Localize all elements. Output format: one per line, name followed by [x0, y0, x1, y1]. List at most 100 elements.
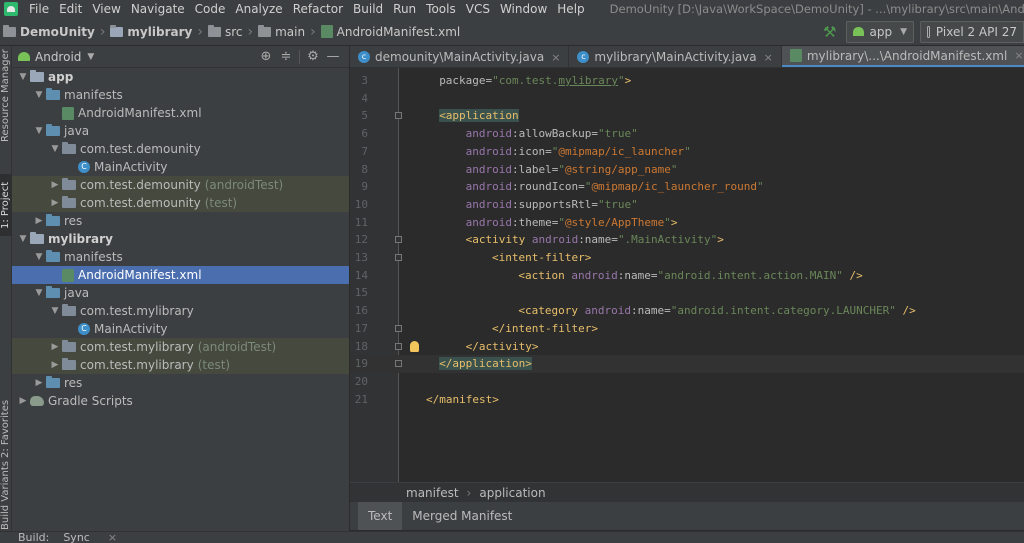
- close-icon[interactable]: ×: [551, 51, 560, 64]
- menu-code[interactable]: Code: [190, 0, 231, 18]
- breadcrumb-manifest[interactable]: manifest: [406, 486, 459, 500]
- tree-item[interactable]: ▼ manifests: [12, 86, 349, 104]
- tree-item[interactable]: ▶AndroidManifest.xml: [12, 266, 349, 284]
- code-token: >: [670, 215, 678, 229]
- fold-marker-icon[interactable]: [395, 112, 402, 120]
- expand-right-icon[interactable]: ▶: [48, 342, 62, 352]
- editor-tab[interactable]: c mylibrary\MainActivity.java ×: [569, 46, 782, 67]
- expand-right-icon[interactable]: ▶: [48, 180, 62, 190]
- editor-tab-label: mylibrary\MainActivity.java: [594, 50, 757, 64]
- tree-item-label: com.test.mylibrary: [80, 340, 194, 354]
- tab-build-variants[interactable]: Build Variants: [0, 461, 12, 530]
- expand-down-icon[interactable]: ▼: [48, 306, 62, 316]
- tree-item[interactable]: ▼ com.test.demounity: [12, 140, 349, 158]
- menu-refactor[interactable]: Refactor: [288, 0, 348, 18]
- tree-item[interactable]: ▶ Gradle Scripts: [12, 392, 349, 410]
- expand-down-icon[interactable]: ▼: [16, 72, 30, 82]
- code-editor[interactable]: 3 package="com.test.mylibrary"> 4 5 <applica…: [350, 68, 1024, 482]
- minimize-icon[interactable]: —: [323, 49, 343, 64]
- tree-item[interactable]: ▶CMainActivity: [12, 320, 349, 338]
- tab-sync[interactable]: Sync ×: [63, 531, 131, 543]
- code-token: android: [465, 144, 512, 158]
- expand-right-icon[interactable]: ▶: [48, 198, 62, 208]
- tree-item[interactable]: ▼ manifests: [12, 248, 349, 266]
- fold-marker-icon[interactable]: [395, 360, 402, 368]
- code-line: 10 android:supportsRtl="true": [350, 196, 1024, 214]
- locate-icon[interactable]: ⊕: [256, 49, 276, 64]
- expand-down-icon[interactable]: ▼: [32, 126, 46, 136]
- code-text: <application: [439, 107, 519, 125]
- menu-view[interactable]: View: [87, 0, 125, 18]
- menu-edit[interactable]: Edit: [54, 0, 87, 18]
- breadcrumb-application[interactable]: application: [479, 486, 545, 500]
- expand-down-icon[interactable]: ▼: [32, 90, 46, 100]
- tree-item[interactable]: ▼ com.test.mylibrary: [12, 302, 349, 320]
- menu-run[interactable]: Run: [388, 0, 421, 18]
- tab-favorites[interactable]: 2: Favorites: [0, 396, 12, 462]
- menu-build[interactable]: Build: [348, 0, 388, 18]
- tab-resource-manager[interactable]: Resource Manager: [0, 49, 12, 142]
- tree-item[interactable]: ▶ res: [12, 212, 349, 230]
- menu-navigate[interactable]: Navigate: [126, 0, 190, 18]
- lightbulb-icon[interactable]: [410, 340, 419, 352]
- gear-icon[interactable]: ⚙: [303, 49, 323, 64]
- tree-item[interactable]: ▶CMainActivity: [12, 158, 349, 176]
- expand-down-icon[interactable]: ▼: [48, 144, 62, 154]
- menu-vcs[interactable]: VCS: [461, 0, 495, 18]
- code-line: 18 </activity>: [350, 338, 1024, 356]
- code-token: :supportsRtl=: [511, 197, 599, 211]
- line-number: 5: [361, 109, 368, 123]
- device-select[interactable]: Pixel 2 API 27: [920, 20, 1024, 43]
- breadcrumb-module[interactable]: mylibrary: [107, 24, 195, 39]
- close-icon[interactable]: ×: [108, 531, 117, 543]
- tree-item[interactable]: ▼ app: [12, 68, 349, 86]
- menu-analyze[interactable]: Analyze: [230, 0, 287, 18]
- expand-right-icon[interactable]: ▶: [16, 396, 30, 406]
- tree-item[interactable]: ▶ com.test.demounity (test): [12, 194, 349, 212]
- fold-marker-icon[interactable]: [395, 342, 402, 350]
- expand-down-icon[interactable]: ▼: [32, 288, 46, 298]
- tree-item[interactable]: ▶ com.test.demounity (androidTest): [12, 176, 349, 194]
- expand-right-icon[interactable]: ▶: [48, 360, 62, 370]
- fold-marker-icon[interactable]: [395, 254, 402, 261]
- tree-item[interactable]: ▶ com.test.mylibrary (test): [12, 356, 349, 374]
- chevron-down-icon[interactable]: ▼: [87, 52, 94, 62]
- menu-file[interactable]: File: [24, 0, 54, 18]
- project-view-select[interactable]: Android: [35, 50, 81, 64]
- collapse-all-icon[interactable]: ≑: [276, 49, 296, 64]
- breadcrumb-file[interactable]: AndroidManifest.xml: [318, 25, 464, 39]
- tree-item[interactable]: ▼ java: [12, 122, 349, 140]
- menu-window[interactable]: Window: [495, 0, 552, 18]
- line-number: 12: [354, 233, 368, 247]
- tree-item-label: com.test.demounity: [80, 196, 201, 210]
- fold-marker-icon[interactable]: [395, 324, 402, 332]
- breadcrumb-src[interactable]: src: [205, 24, 246, 39]
- tab-merged-manifest[interactable]: Merged Manifest: [402, 502, 522, 530]
- fold-marker-icon[interactable]: [395, 236, 402, 244]
- expand-down-icon[interactable]: ▼: [32, 252, 46, 262]
- breadcrumb-main[interactable]: main: [255, 24, 308, 39]
- tab-text[interactable]: Text: [358, 502, 403, 530]
- close-icon[interactable]: ×: [1014, 49, 1023, 62]
- tree-item[interactable]: ▼ mylibrary: [12, 230, 349, 248]
- tab-project[interactable]: 1: Project: [0, 174, 12, 236]
- expand-right-icon[interactable]: ▶: [32, 378, 46, 388]
- run-configuration-select[interactable]: app ▼: [846, 20, 914, 43]
- tree-item-label: manifests: [64, 250, 123, 264]
- editor-tab[interactable]: mylibrary\...\AndroidManifest.xml ×: [781, 46, 1024, 67]
- code-token: android: [465, 197, 512, 211]
- expand-right-icon[interactable]: ▶: [32, 216, 46, 226]
- editor-tab[interactable]: c demounity\MainActivity.java ×: [350, 46, 570, 67]
- code-line: 21 </manifest>: [350, 391, 1024, 409]
- code-token: <category: [518, 304, 585, 318]
- hammer-build-icon[interactable]: ⚒: [823, 23, 836, 41]
- tree-item[interactable]: ▶AndroidManifest.xml: [12, 104, 349, 122]
- menu-tools[interactable]: Tools: [421, 0, 461, 18]
- tree-item[interactable]: ▶ com.test.mylibrary (androidTest): [12, 338, 349, 356]
- expand-down-icon[interactable]: ▼: [16, 234, 30, 244]
- tree-item[interactable]: ▶ res: [12, 374, 349, 392]
- menu-help[interactable]: Help: [552, 0, 589, 18]
- breadcrumb-project[interactable]: DemoUnity: [0, 24, 98, 39]
- tree-item[interactable]: ▼ java: [12, 284, 349, 302]
- close-icon[interactable]: ×: [764, 51, 773, 64]
